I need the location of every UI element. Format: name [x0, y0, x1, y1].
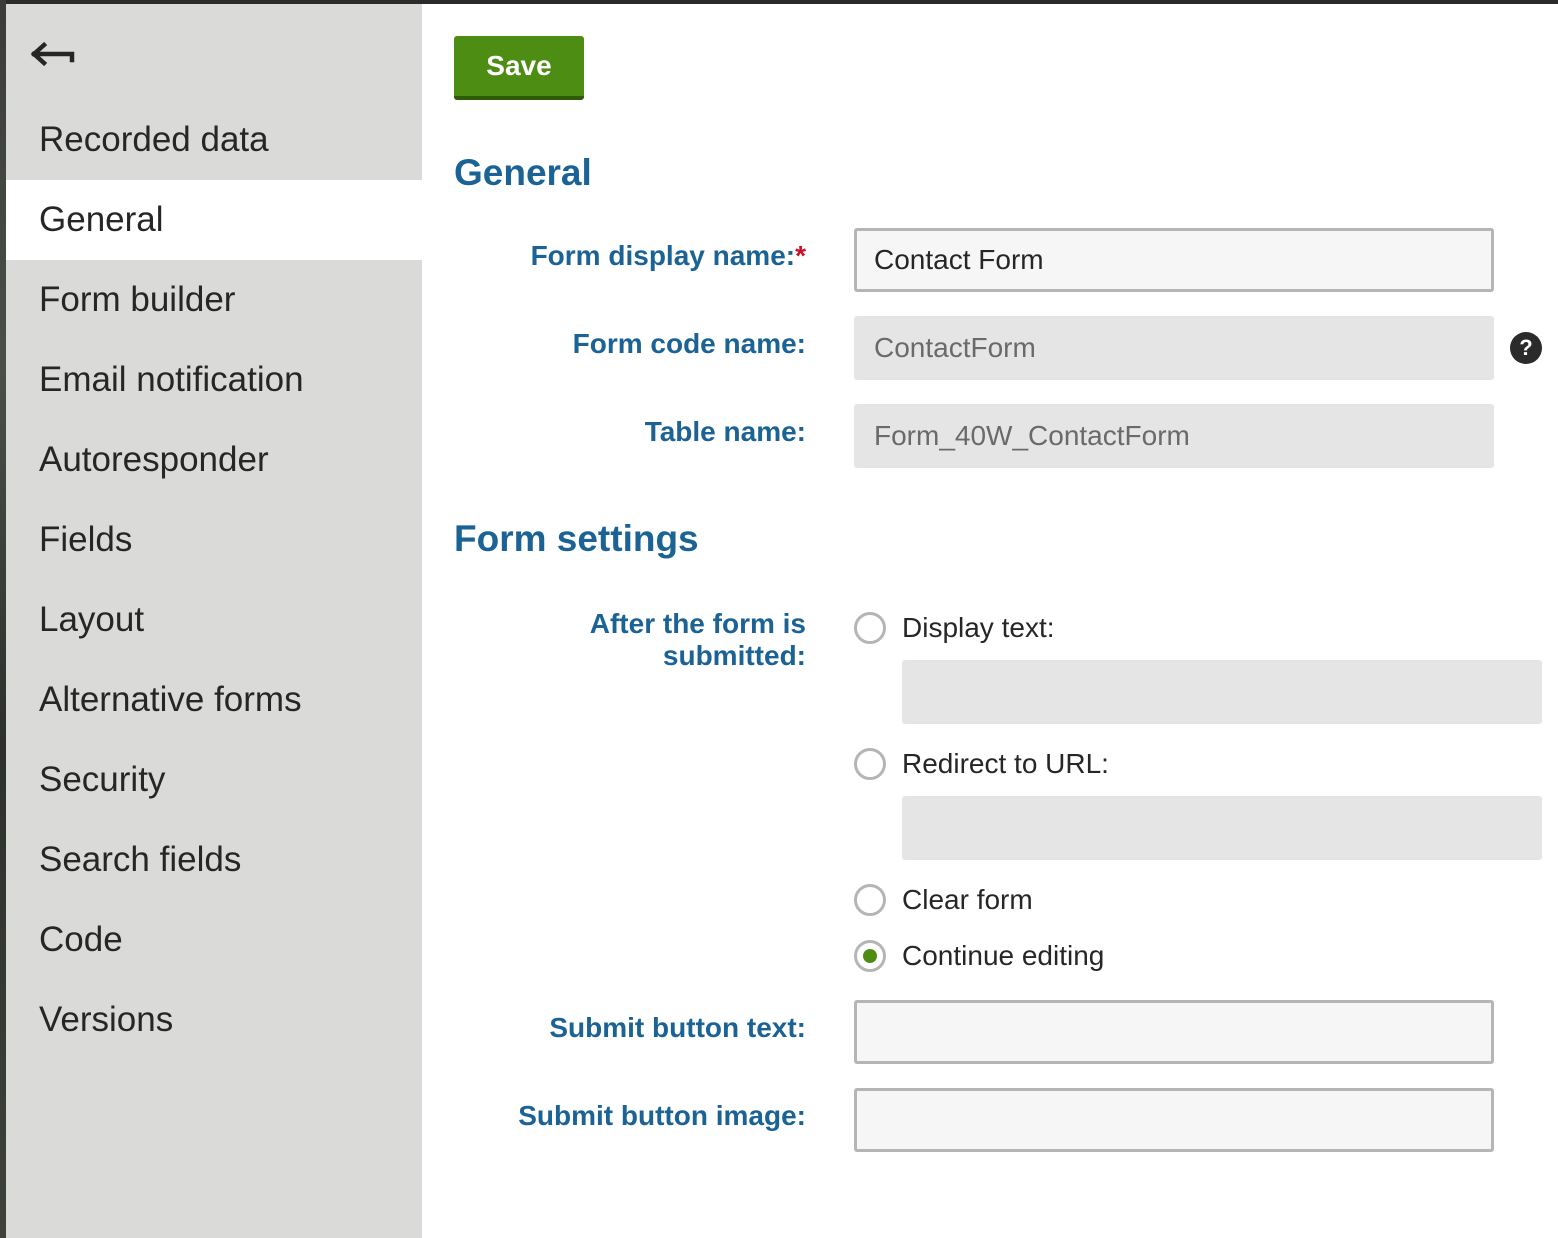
sidebar-item-security[interactable]: Security	[6, 740, 422, 820]
radio-button[interactable]	[854, 748, 886, 780]
sidebar-item-general[interactable]: General	[6, 180, 422, 260]
form-display-name-label: Form display name:*	[531, 240, 806, 272]
sidebar-item-code[interactable]: Code	[6, 900, 422, 980]
radio-button[interactable]	[854, 612, 886, 644]
main-content: Save General Form display name:* Form co…	[422, 4, 1558, 1238]
sidebar-item-label: Fields	[39, 520, 133, 559]
sidebar-item-label: Form builder	[39, 280, 236, 319]
radio-label: Clear form	[902, 884, 1033, 915]
sidebar-item-label: Email notification	[39, 360, 304, 399]
radio-label: Display text:	[902, 612, 1055, 643]
sidebar-item-label: Security	[39, 760, 166, 799]
sidebar-item-search-fields[interactable]: Search fields	[6, 820, 422, 900]
form-code-name-input[interactable]	[854, 316, 1494, 380]
sidebar-item-recorded-data[interactable]: Recorded data	[6, 100, 422, 180]
save-button[interactable]: Save	[454, 36, 584, 100]
sidebar-item-alternative-forms[interactable]: Alternative forms	[6, 660, 422, 740]
sidebar-item-autoresponder[interactable]: Autoresponder	[6, 420, 422, 500]
sidebar-item-label: Code	[39, 920, 123, 959]
submit-button-text-label: Submit button text:	[549, 1012, 806, 1043]
sidebar-item-label: Versions	[39, 1000, 174, 1039]
submit-button-image-input[interactable]	[854, 1088, 1494, 1152]
radio-button-selected[interactable]	[854, 940, 886, 972]
radio-label: Continue editing	[902, 940, 1105, 971]
table-name-input[interactable]	[854, 404, 1494, 468]
back-arrow-icon	[30, 32, 80, 76]
sidebar-item-label: Autoresponder	[39, 440, 269, 479]
sidebar: Recorded data General Form builder Email…	[6, 4, 422, 1238]
section-title-form-settings: Form settings	[454, 518, 699, 559]
radio-button[interactable]	[854, 884, 886, 916]
after-submit-label: After the form is submitted:	[589, 608, 806, 671]
sidebar-item-label: Search fields	[39, 840, 242, 879]
section-title-general: General	[454, 152, 592, 193]
sidebar-item-label: Recorded data	[39, 120, 269, 159]
form-display-name-label-text: Form display name:	[530, 240, 796, 271]
radio-clear-form[interactable]: Clear form	[854, 880, 1033, 920]
display-text-input[interactable]	[902, 660, 1542, 724]
back-button[interactable]	[30, 32, 80, 76]
sidebar-item-form-builder[interactable]: Form builder	[6, 260, 422, 340]
redirect-url-input[interactable]	[902, 796, 1542, 860]
radio-display-text[interactable]: Display text:	[854, 608, 1055, 648]
sidebar-item-label: Alternative forms	[39, 680, 302, 719]
form-code-name-label: Form code name:	[572, 328, 806, 359]
required-marker: *	[795, 240, 806, 271]
radio-label: Redirect to URL:	[902, 748, 1109, 779]
question-mark-icon[interactable]: ?	[1510, 332, 1542, 364]
form-display-name-input[interactable]	[854, 228, 1494, 292]
sidebar-item-label: General	[39, 200, 164, 239]
sidebar-item-versions[interactable]: Versions	[6, 980, 422, 1060]
sidebar-item-layout[interactable]: Layout	[6, 580, 422, 660]
submit-button-image-label: Submit button image:	[518, 1100, 806, 1131]
sidebar-item-email-notification[interactable]: Email notification	[6, 340, 422, 420]
sidebar-item-label: Layout	[39, 600, 145, 639]
sidebar-item-fields[interactable]: Fields	[6, 500, 422, 580]
submit-button-text-input[interactable]	[854, 1000, 1494, 1064]
radio-redirect-url[interactable]: Redirect to URL:	[854, 744, 1109, 784]
app-window: Recorded data General Form builder Email…	[0, 0, 1558, 1238]
table-name-label: Table name:	[644, 416, 806, 447]
radio-continue-editing[interactable]: Continue editing	[854, 936, 1104, 976]
